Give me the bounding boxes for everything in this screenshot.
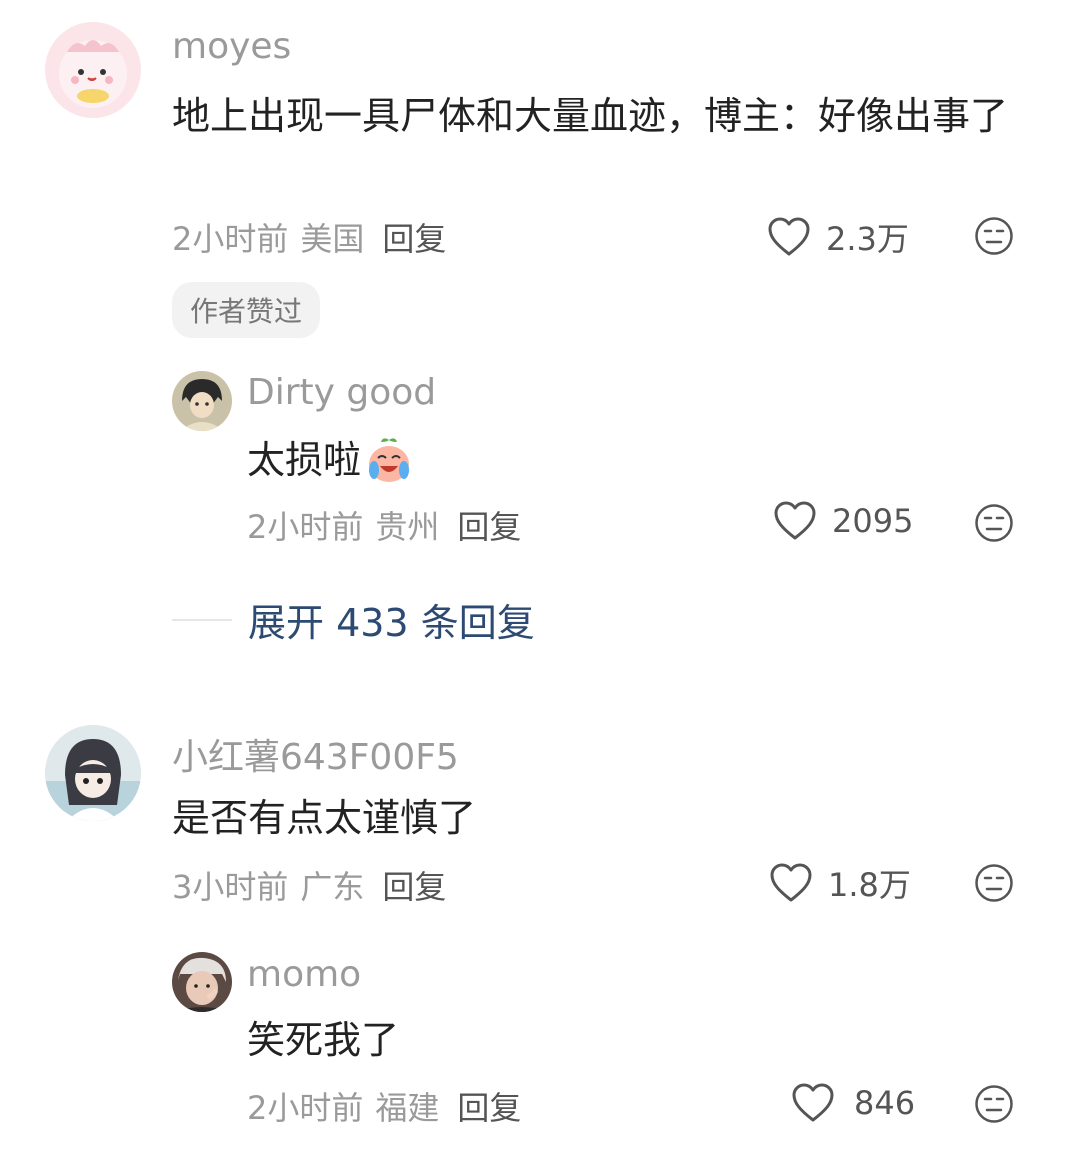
comment-time: 2小时前 — [172, 220, 289, 258]
dislike-button[interactable] — [974, 216, 1014, 256]
reply-location: 福建 — [375, 1089, 440, 1127]
comment-text: 是否有点太谨慎了 — [172, 796, 477, 840]
like-count: 1.8万 — [828, 866, 911, 904]
comment-location: 美国 — [300, 220, 365, 258]
reply-button[interactable]: 回复 — [457, 502, 521, 548]
reply-time: 2小时前 — [247, 1089, 364, 1127]
heart-outline-icon — [774, 501, 816, 540]
like-button[interactable]: 2095 — [772, 500, 913, 542]
like-count: 846 — [854, 1084, 916, 1122]
reply-button[interactable]: 回复 — [457, 1083, 521, 1129]
avatar[interactable] — [45, 22, 141, 118]
avatar[interactable] — [45, 725, 141, 821]
avatar-image — [172, 952, 232, 1012]
like-button[interactable]: 1.8万 — [768, 860, 911, 906]
dislike-button[interactable] — [974, 503, 1014, 543]
unamused-face-icon — [975, 217, 1013, 255]
reply-username[interactable]: Dirty good — [247, 372, 436, 413]
dislike-button[interactable] — [974, 863, 1014, 903]
comment-username[interactable]: moyes — [172, 26, 291, 67]
reply-text-body: 太损啦 — [247, 438, 362, 482]
heart-outline-icon — [768, 217, 810, 256]
unamused-face-icon — [975, 864, 1013, 902]
like-button[interactable]: 2.3万 — [766, 214, 909, 260]
comment-meta: 2小时前 美国 回复 — [172, 214, 446, 260]
reply-button[interactable]: 回复 — [382, 862, 446, 908]
comment-location: 广东 — [300, 868, 365, 906]
reply-username[interactable]: momo — [247, 954, 361, 995]
reply-meta: 2小时前 福建 回复 — [247, 1083, 521, 1129]
like-button[interactable]: 846 — [790, 1082, 915, 1124]
reply-meta: 2小时前 贵州 回复 — [247, 502, 521, 548]
heart-outline-icon — [792, 1083, 834, 1122]
comment-meta: 3小时前 广东 回复 — [172, 862, 446, 908]
author-liked-badge: 作者赞过 — [172, 282, 321, 338]
reply-location: 贵州 — [375, 508, 440, 546]
dislike-button[interactable] — [974, 1084, 1014, 1124]
unamused-face-icon — [975, 504, 1013, 542]
avatar-image — [45, 22, 141, 118]
avatar-image — [45, 725, 141, 821]
reply-text: 笑死我了 — [247, 1018, 400, 1062]
reply-button[interactable]: 回复 — [382, 214, 446, 260]
expand-divider — [172, 618, 232, 621]
avatar[interactable] — [172, 371, 232, 431]
reply-text: 太损啦 — [247, 432, 1017, 488]
like-count: 2095 — [832, 502, 914, 540]
heart-outline-icon — [770, 863, 812, 902]
expand-replies-label[interactable]: 展开 433 条回复 — [248, 592, 535, 647]
comment-username[interactable]: 小红薯643F00F5 — [172, 728, 459, 780]
comment-time: 3小时前 — [172, 868, 289, 906]
avatar[interactable] — [172, 952, 232, 1012]
expand-replies[interactable]: 展开 433 条回复 — [172, 592, 535, 647]
like-count: 2.3万 — [826, 220, 909, 258]
avatar-image — [172, 371, 232, 431]
reply-time: 2小时前 — [247, 508, 364, 546]
unamused-face-icon — [975, 1085, 1013, 1123]
crying-laughing-peach-emoji — [369, 438, 410, 482]
comment-text: 地上出现一具尸体和大量血迹，博主：好像出事了 — [172, 94, 1009, 138]
